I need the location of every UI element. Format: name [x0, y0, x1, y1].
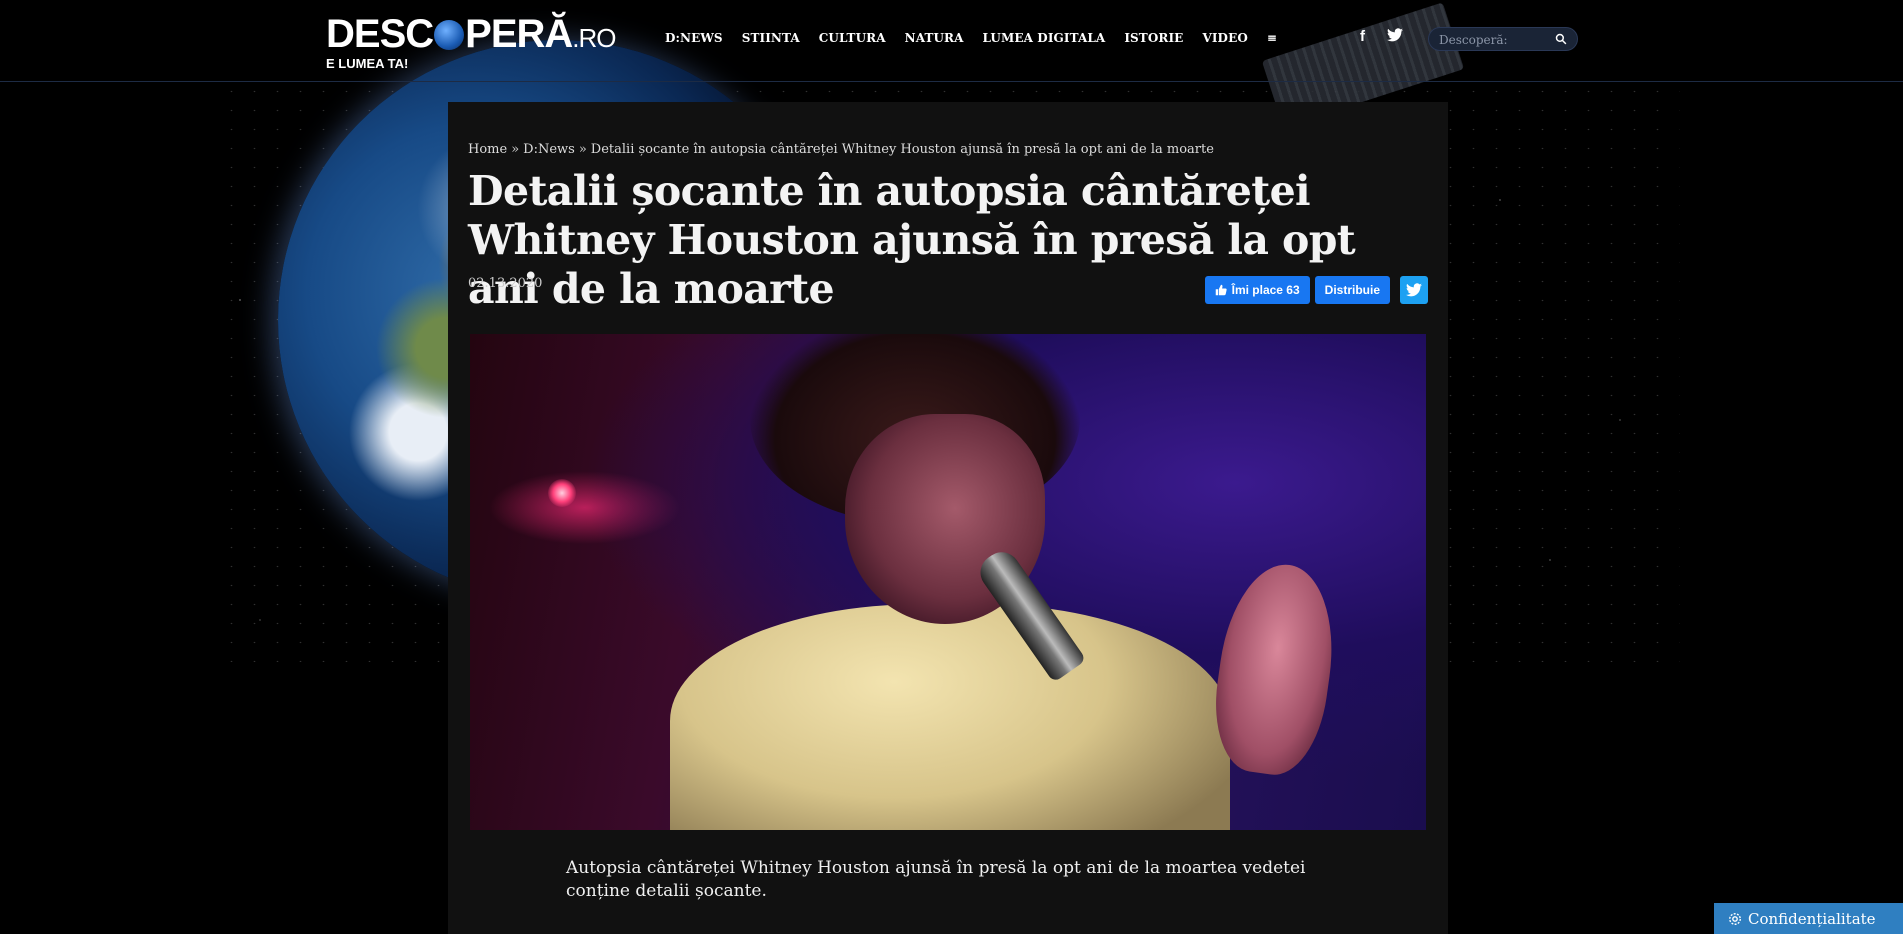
- singer-dress: [670, 604, 1230, 830]
- nav-item-video[interactable]: VIDEO: [1202, 31, 1247, 45]
- breadcrumb-current: Detalii șocante în autopsia cântăreței W…: [590, 142, 1214, 157]
- nav-item-natura[interactable]: NATURA: [905, 31, 964, 45]
- nav-item-cultura[interactable]: CULTURA: [819, 31, 886, 45]
- search-icon[interactable]: [1555, 33, 1567, 45]
- article-hero-image: [470, 334, 1426, 830]
- gear-icon: [1729, 912, 1741, 925]
- menu-icon[interactable]: ≡: [1267, 31, 1277, 45]
- site-header: DESC PERĂ.RO E LUMEA TA! D:NEWS STIINTA C…: [0, 0, 1903, 82]
- logo-tld: .RO: [572, 23, 616, 53]
- globe-icon: [434, 20, 465, 50]
- article-lead: Autopsia cântăreței Whitney Houston ajun…: [566, 858, 1306, 901]
- search-input[interactable]: [1439, 31, 1549, 49]
- breadcrumb: Home» D:News» Detalii șocante în autopsia …: [468, 142, 1214, 157]
- twitter-share-button[interactable]: [1400, 276, 1428, 304]
- facebook-share-button[interactable]: Distribuie: [1314, 276, 1390, 304]
- main-nav: D:NEWS STIINTA CULTURA NATURA LUMEA DIGI…: [665, 31, 1277, 45]
- share-bar: Îmi place 63 Distribuie: [1204, 276, 1428, 304]
- breadcrumb-section[interactable]: D:News: [523, 142, 575, 157]
- nav-item-dnews[interactable]: D:NEWS: [665, 31, 723, 45]
- facebook-icon[interactable]: f: [1360, 28, 1365, 46]
- thumbs-up-icon: [1215, 284, 1227, 296]
- nav-item-stiinta[interactable]: STIINTA: [742, 31, 800, 45]
- article-card: Home» D:News» Detalii șocante în autopsia …: [448, 102, 1448, 934]
- breadcrumb-separator: »: [511, 142, 520, 157]
- article-date: 02.13.2020: [468, 276, 543, 291]
- like-label: Îmi place 63: [1231, 283, 1300, 297]
- logo-text-part2: PERĂ: [465, 12, 573, 56]
- breadcrumb-home[interactable]: Home: [468, 142, 507, 157]
- breadcrumb-separator: »: [578, 142, 587, 157]
- search-box: [1428, 27, 1578, 51]
- facebook-like-button[interactable]: Îmi place 63: [1204, 276, 1310, 304]
- site-logo[interactable]: DESC PERĂ.RO E LUMEA TA!: [326, 12, 617, 71]
- singer-hand: [1205, 557, 1345, 781]
- logo-wordmark: DESC PERĂ.RO: [326, 12, 617, 58]
- twitter-icon[interactable]: [1387, 28, 1403, 46]
- privacy-label: Confidențialitate: [1748, 909, 1876, 928]
- logo-tagline: E LUMEA TA!: [326, 56, 409, 71]
- social-links: f: [1360, 28, 1403, 46]
- logo-text-part1: DESC: [326, 12, 434, 56]
- nav-item-istorie[interactable]: ISTORIE: [1124, 31, 1183, 45]
- article-body-preview: [566, 909, 1336, 921]
- share-label: Distribuie: [1324, 283, 1380, 297]
- twitter-icon: [1406, 283, 1422, 297]
- privacy-settings-button[interactable]: Confidențialitate: [1714, 903, 1903, 934]
- nav-item-lumea-digitala[interactable]: LUMEA DIGITALA: [983, 31, 1106, 45]
- stage-light: [548, 479, 576, 507]
